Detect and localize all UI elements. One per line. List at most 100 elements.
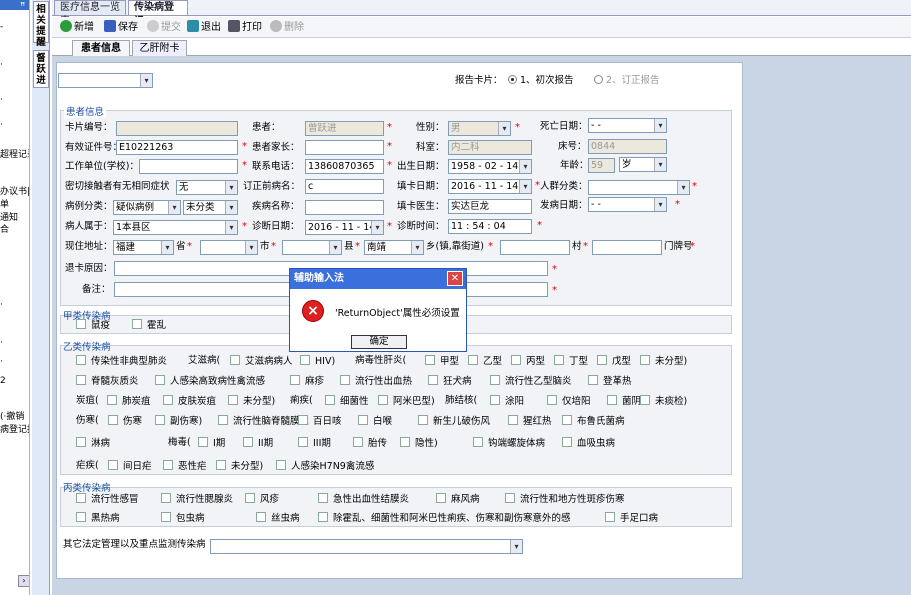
- vtab-patient[interactable]: 督跃进: [33, 50, 49, 88]
- left-pane-line[interactable]: ·: [0, 357, 3, 367]
- fill-date-picker[interactable]: 2016 - 11 - 14: [448, 179, 532, 194]
- checkbox-hemorrhagic-fever[interactable]: 流行性出血热: [340, 375, 412, 388]
- city-select[interactable]: [200, 240, 258, 255]
- radio-corrected-report[interactable]: 2、订正报告: [594, 75, 660, 87]
- checkbox-vivax[interactable]: 间日疟: [108, 460, 152, 473]
- checkbox-hep-d[interactable]: 丁型: [554, 355, 588, 368]
- checkbox-plague[interactable]: 鼠疫: [76, 319, 110, 332]
- print-button[interactable]: 打印: [228, 20, 262, 35]
- phone-field[interactable]: 13860870365: [305, 159, 384, 174]
- delete-button[interactable]: 删除: [270, 20, 304, 35]
- checkbox-hep-c[interactable]: 丙型: [511, 355, 545, 368]
- disease-name-field[interactable]: [305, 200, 384, 215]
- checkbox-culture-positive[interactable]: 仅培阳: [547, 395, 591, 408]
- doctor-field[interactable]: 实达巨龙: [448, 199, 532, 214]
- checkbox-cholera[interactable]: 霍乱: [132, 319, 166, 332]
- checkbox-leprosy[interactable]: 麻风病: [436, 493, 480, 506]
- left-pane-line[interactable]: (·撤销: [0, 409, 24, 422]
- checkbox-syphilis-2[interactable]: II期: [243, 437, 273, 450]
- left-pane-line[interactable]: 2: [0, 376, 6, 386]
- checkbox-neonatal-tetanus[interactable]: 新生儿破伤风: [418, 415, 490, 428]
- card-no-field[interactable]: [116, 121, 238, 136]
- death-date-picker[interactable]: - -: [588, 118, 667, 133]
- submit-button[interactable]: 提交: [147, 20, 181, 35]
- checkbox-h7n9[interactable]: 人感染H7N9禽流感: [276, 460, 374, 473]
- checkbox-bacterial[interactable]: 细菌性: [325, 395, 369, 408]
- checkbox-sars[interactable]: 传染性非典型肺炎: [76, 355, 167, 368]
- checkbox-lung-anthrax[interactable]: 肺炭疽: [107, 395, 151, 408]
- checkbox-meningitis[interactable]: 流行性脑脊髓膜炎: [218, 415, 309, 428]
- ok-button[interactable]: 确定: [351, 335, 407, 349]
- village-field[interactable]: [500, 240, 570, 255]
- checkbox-syphilis-3[interactable]: III期: [298, 437, 331, 450]
- age-field[interactable]: 59: [588, 158, 615, 173]
- close-icon[interactable]: ✕: [447, 271, 463, 286]
- case-subclass-select[interactable]: 未分类: [183, 200, 238, 215]
- checkbox-typhoid[interactable]: 伤寒: [108, 415, 142, 428]
- checkbox-syphilis-1[interactable]: I期: [198, 437, 225, 450]
- left-pane-line[interactable]: 办议书|: [0, 184, 29, 197]
- checkbox-conjunctivitis[interactable]: 急性出血性结膜炎: [318, 493, 409, 506]
- contact-select[interactable]: 无: [176, 180, 238, 195]
- checkbox-hep-e[interactable]: 戊型: [597, 355, 631, 368]
- left-pane-line[interactable]: 病登记报: [0, 422, 29, 435]
- birth-date-picker[interactable]: 1958 - 02 - 14: [448, 159, 532, 174]
- checkbox-syphilis-congenital[interactable]: 胎传: [353, 437, 387, 450]
- save-button[interactable]: 保存: [104, 20, 138, 35]
- work-unit-field[interactable]: [139, 159, 238, 174]
- checkbox-leptospirosis[interactable]: 钩端螺旋体病: [473, 437, 545, 450]
- checkbox-polio[interactable]: 脊髓灰质炎: [76, 375, 139, 388]
- other-disease-select[interactable]: [210, 539, 523, 554]
- tab-hepatitis-b-card[interactable]: 乙肝附卡: [132, 40, 187, 56]
- checkbox-other-diarrhea[interactable]: 除霍乱、细菌性和阿米巴性痢疾、伤寒和副伤寒意外的感: [318, 512, 571, 525]
- checkbox-hiv[interactable]: HIV): [300, 355, 335, 368]
- sex-select[interactable]: 男: [448, 121, 511, 136]
- checkbox-encephalitis-b[interactable]: 流行性乙型脑炎: [490, 375, 572, 388]
- checkbox-smear-positive[interactable]: 涂阳: [490, 395, 524, 408]
- left-pane-line[interactable]: -: [0, 22, 3, 32]
- checkbox-syphilis-latent[interactable]: 隐性): [400, 437, 438, 450]
- left-pane-line[interactable]: 单: [0, 197, 9, 210]
- bed-field[interactable]: 0844: [588, 139, 667, 154]
- vtab-reminders[interactable]: 相关提醒: [33, 1, 49, 48]
- province-select[interactable]: 福建: [113, 240, 174, 255]
- checkbox-gonorrhea[interactable]: 淋病: [76, 437, 110, 450]
- tab-medical-overview[interactable]: 医疗信息一览表: [54, 0, 126, 27]
- record-select[interactable]: [58, 73, 153, 88]
- checkbox-mumps[interactable]: 流行性腮腺炎: [161, 493, 233, 506]
- checkbox-dengue[interactable]: 登革热: [588, 375, 632, 388]
- left-pane-line[interactable]: 合: [0, 222, 9, 235]
- exit-button[interactable]: 退出: [187, 20, 221, 35]
- corrected-name-field[interactable]: c: [305, 179, 384, 194]
- pin-icon[interactable]: ꟸ: [20, 2, 25, 12]
- checkbox-skin-anthrax[interactable]: 皮肤炭疽: [163, 395, 216, 408]
- case-class-select[interactable]: 疑似病例: [113, 200, 181, 215]
- age-unit-select[interactable]: 岁: [619, 157, 667, 172]
- checkbox-schistosomiasis[interactable]: 血吸虫病: [562, 437, 615, 450]
- left-pane-line[interactable]: 超程记录: [0, 147, 29, 160]
- checkbox-anthrax-untyped[interactable]: 未分型): [228, 395, 275, 408]
- checkbox-echinococcosis[interactable]: 包虫病: [161, 512, 205, 525]
- scroll-right-arrow[interactable]: ›: [18, 575, 29, 587]
- checkbox-aids-patient[interactable]: 艾滋病病人: [230, 355, 293, 368]
- left-pane-line[interactable]: ·: [0, 120, 3, 130]
- checkbox-measles[interactable]: 麻疹: [290, 375, 324, 388]
- checkbox-filariasis[interactable]: 丝虫病: [256, 512, 300, 525]
- checkbox-hfmd[interactable]: 手足口病: [605, 512, 658, 525]
- patient-field[interactable]: 曾跃进: [305, 121, 384, 136]
- radio-initial-report[interactable]: 1、初次报告: [508, 75, 574, 87]
- parent-field[interactable]: [305, 140, 384, 155]
- checkbox-rabies[interactable]: 狂犬病: [428, 375, 472, 388]
- house-number-field[interactable]: [592, 240, 662, 255]
- checkbox-rubella[interactable]: 风疹: [245, 493, 279, 506]
- checkbox-hep-a[interactable]: 甲型: [425, 355, 459, 368]
- tab-infectious-registration[interactable]: 传染病登记: [128, 0, 188, 27]
- checkbox-no-sputum[interactable]: 未痰检): [640, 395, 687, 408]
- left-pane-line[interactable]: ·: [0, 95, 3, 105]
- checkbox-brucellosis[interactable]: 布鲁氏菌病: [562, 415, 625, 428]
- checkbox-typhus[interactable]: 流行性和地方性斑疹伤寒: [505, 493, 625, 506]
- checkbox-malaria-untyped[interactable]: 未分型): [216, 460, 263, 473]
- checkbox-pertussis[interactable]: 百日咳: [298, 415, 342, 428]
- checkbox-kala-azar[interactable]: 黑热病: [76, 512, 120, 525]
- left-pane-line[interactable]: ·: [0, 60, 3, 70]
